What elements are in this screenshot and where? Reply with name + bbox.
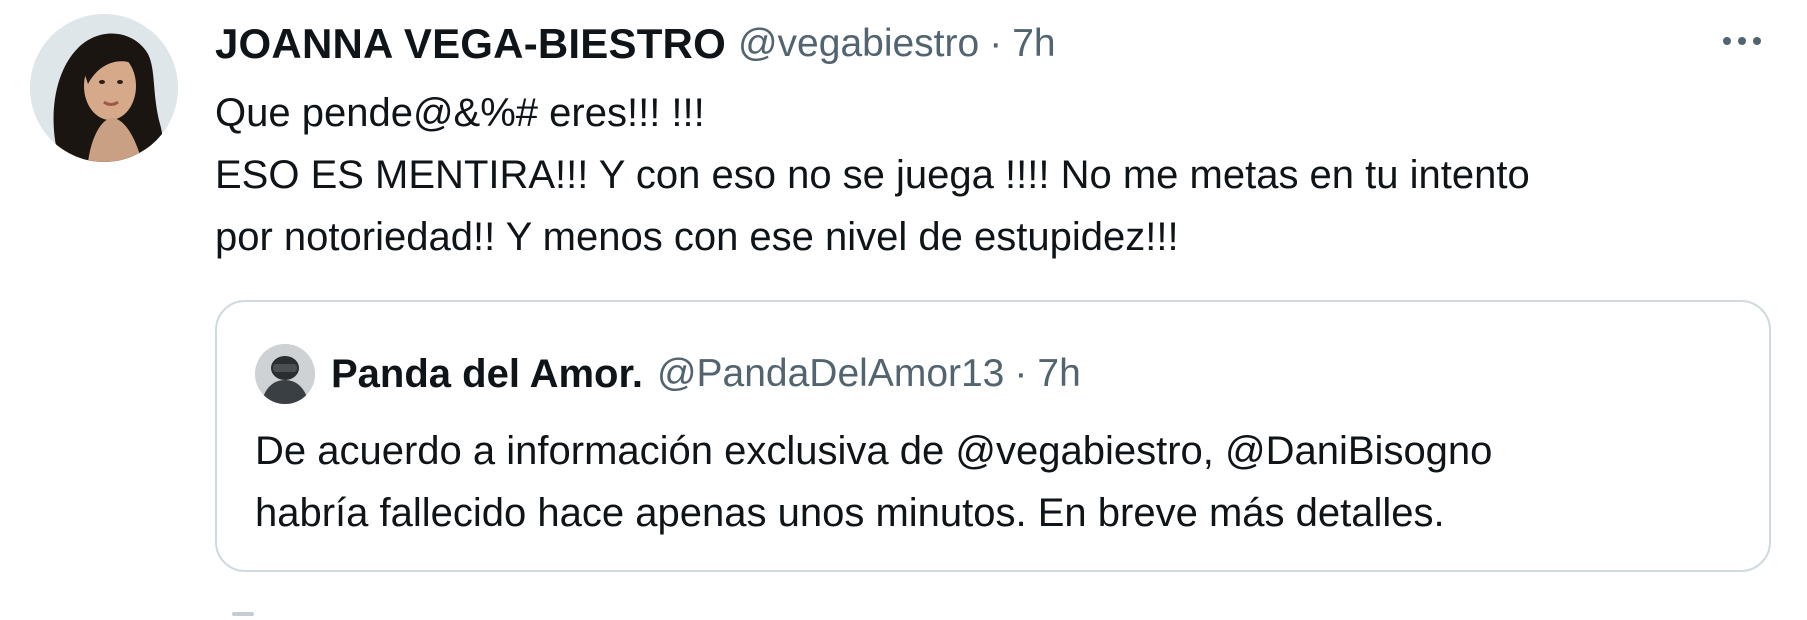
header-separator: · <box>989 22 1003 65</box>
tweet-text: Que pende@&%# eres!!! !!! ESO ES MENTIRA… <box>215 82 1775 268</box>
quoted-author-handle: @PandaDelAmor13 <box>656 352 1005 395</box>
quoted-author-display-name: Panda del Amor. <box>331 351 643 396</box>
more-options-button[interactable] <box>1718 26 1766 56</box>
author-handle[interactable]: @vegabiestro <box>738 22 979 66</box>
tweet-header: JOANNA VEGA-BIESTRO @vegabiestro · 7h <box>215 16 1056 72</box>
quoted-tweet-header: Panda del Amor. @PandaDelAmor13 · 7h <box>331 346 1081 402</box>
more-horizontal-icon <box>1723 37 1761 45</box>
tweet-text-line: por notoriedad!! Y menos con ese nivel d… <box>215 215 1179 259</box>
quoted-tweet-timestamp: 7h <box>1037 352 1081 395</box>
quoted-text-line: habría fallecido hace apenas unos minuto… <box>255 491 1445 535</box>
tweet-text-line: ESO ES MENTIRA!!! Y con eso no se juega … <box>215 153 1530 197</box>
quoted-tweet-card[interactable]: Panda del Amor. @PandaDelAmor13 · 7h De … <box>215 300 1771 572</box>
quoted-author-avatar <box>255 344 315 404</box>
author-display-name[interactable]: JOANNA VEGA-BIESTRO <box>215 20 726 68</box>
action-bar-partial <box>232 612 254 616</box>
avatar-photo <box>30 14 178 162</box>
tweet-timestamp[interactable]: 7h <box>1012 22 1055 66</box>
quoted-text-line: De acuerdo a información exclusiva de @v… <box>255 429 1493 473</box>
quoted-avatar-photo <box>255 344 315 404</box>
quoted-tweet-text: De acuerdo a información exclusiva de @v… <box>255 420 1755 544</box>
tweet-text-line: Que pende@&%# eres!!! !!! <box>215 91 705 135</box>
quoted-header-separator: · <box>1014 352 1028 395</box>
tweet: JOANNA VEGA-BIESTRO @vegabiestro · 7h Qu… <box>0 0 1807 620</box>
author-avatar[interactable] <box>30 14 178 162</box>
